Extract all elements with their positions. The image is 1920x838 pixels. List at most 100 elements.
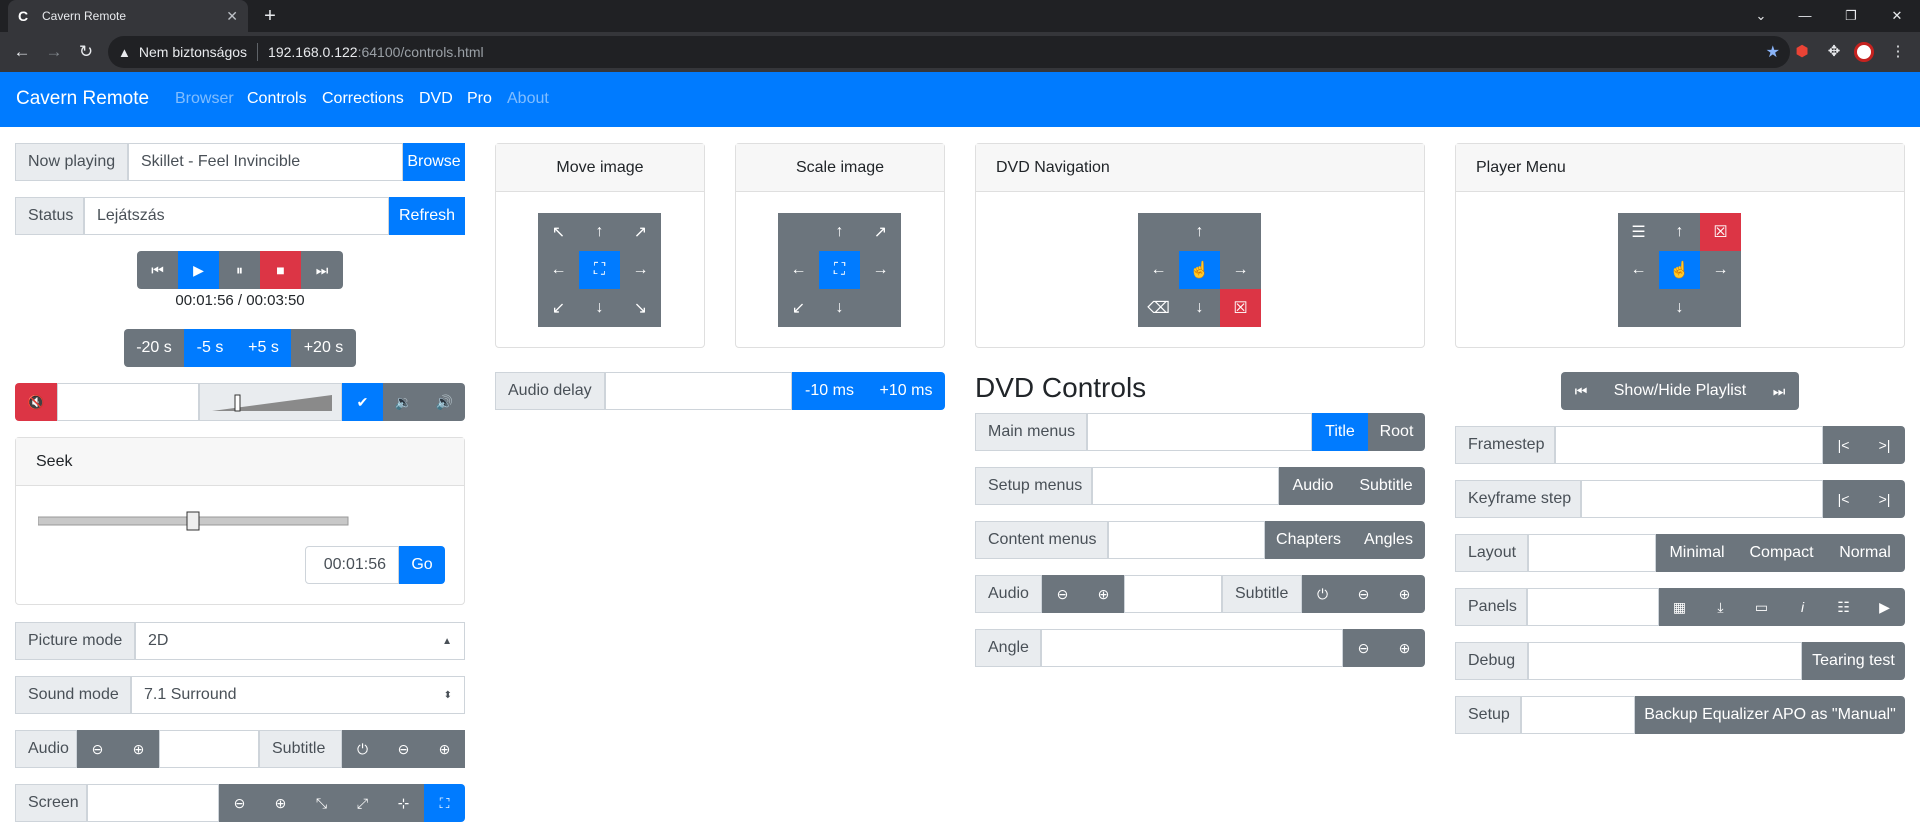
move-up-right-icon[interactable]: ↗ [620, 213, 661, 251]
backup-equalizer-button[interactable]: Backup Equalizer APO as "Manual" [1635, 696, 1905, 734]
scale-up-icon[interactable]: ↑ [819, 213, 860, 251]
reload-icon[interactable]: ↻ [74, 40, 98, 64]
minimize-button[interactable]: — [1782, 0, 1828, 32]
scale-right-icon[interactable]: → [860, 251, 901, 289]
layout-minimal-button[interactable]: Minimal [1656, 534, 1738, 572]
dvd-subtitle-next-icon[interactable]: ⊕ [1384, 575, 1425, 613]
nav-dvd[interactable]: DVD [419, 90, 453, 108]
screen-input[interactable] [87, 784, 219, 822]
extension-shield-icon[interactable]: ⬢ [1790, 40, 1814, 64]
volume-value-input[interactable] [57, 383, 199, 421]
apply-volume-icon[interactable]: ✔ [342, 383, 383, 421]
seek-slider-thumb[interactable] [186, 511, 200, 531]
audio-delay-minus-button[interactable]: -10 ms [792, 372, 867, 410]
refresh-button[interactable]: Refresh [389, 197, 465, 235]
dvd-left-icon[interactable]: ← [1138, 251, 1179, 289]
seek-go-button[interactable]: Go [399, 546, 445, 584]
picture-mode-select[interactable]: 2D ▲ [135, 622, 465, 660]
subtitle-menu-button[interactable]: Subtitle [1347, 467, 1425, 505]
move-left-icon[interactable]: ← [538, 251, 579, 289]
framestep-forward-icon[interactable]: >| [1864, 426, 1905, 464]
angles-menu-button[interactable]: Angles [1352, 521, 1425, 559]
angle-input[interactable] [1041, 629, 1343, 667]
title-menu-button[interactable]: Title [1312, 413, 1368, 451]
dvd-right-icon[interactable]: → [1220, 251, 1261, 289]
now-playing-input[interactable]: Skillet - Feel Invincible [128, 143, 403, 181]
navbar-brand[interactable]: Cavern Remote [16, 88, 149, 110]
layout-input[interactable] [1528, 534, 1656, 572]
back-icon[interactable]: ← [10, 40, 34, 64]
player-menu-select-hand-icon[interactable]: ☝ [1659, 251, 1700, 289]
audio-delay-plus-button[interactable]: +10 ms [867, 372, 945, 410]
volume-slider[interactable] [199, 383, 342, 421]
menu-dots-icon[interactable]: ⋮ [1886, 40, 1910, 64]
playlist-prev-icon[interactable]: ⏮ [1561, 372, 1601, 410]
skip-plus-5-button[interactable]: +5 s [236, 329, 291, 367]
close-tab-icon[interactable]: ✕ [226, 8, 238, 25]
scale-left-icon[interactable]: ← [778, 251, 819, 289]
keyframe-step-input[interactable] [1581, 480, 1823, 518]
panel-download-icon[interactable]: ⤓ [1700, 588, 1741, 626]
compress-icon[interactable]: ⊹ [383, 784, 424, 822]
dvd-select-hand-icon[interactable]: ☝ [1179, 251, 1220, 289]
show-hide-playlist-button[interactable]: Show/Hide Playlist [1601, 372, 1759, 410]
dvd-audio-prev-icon[interactable]: ⊖ [1042, 575, 1083, 613]
move-right-icon[interactable]: → [620, 251, 661, 289]
dvd-audio-input[interactable] [1124, 575, 1222, 613]
panel-video-icon[interactable]: ▶ [1864, 588, 1905, 626]
subtitle-off-icon[interactable]: ⏻ [342, 730, 383, 768]
forward-icon[interactable]: → [42, 40, 66, 64]
setup-input[interactable] [1521, 696, 1635, 734]
content-menus-input[interactable] [1108, 521, 1265, 559]
setup-menus-input[interactable] [1092, 467, 1279, 505]
main-menus-input[interactable] [1087, 413, 1312, 451]
zoom-out-icon[interactable]: ⊖ [219, 784, 260, 822]
status-input[interactable]: Lejátszás [84, 197, 389, 235]
seek-time-input[interactable]: 00:01:56 [305, 546, 399, 584]
dvd-backspace-icon[interactable]: ⌫ [1138, 289, 1179, 327]
move-down-left-icon[interactable]: ↙ [538, 289, 579, 327]
panel-toggle-icon[interactable]: ▭ [1741, 588, 1782, 626]
expand-icon[interactable]: ⤢ [342, 784, 383, 822]
audio-prev-icon[interactable]: ⊖ [77, 730, 118, 768]
player-menu-up-icon[interactable]: ↑ [1659, 213, 1700, 251]
move-down-right-icon[interactable]: ↘ [620, 289, 661, 327]
bookmark-star-icon[interactable]: ★ [1766, 42, 1780, 62]
dvd-audio-next-icon[interactable]: ⊕ [1083, 575, 1124, 613]
nav-corrections[interactable]: Corrections [322, 90, 404, 108]
dvd-down-icon[interactable]: ↓ [1179, 289, 1220, 327]
volume-slider-thumb[interactable] [234, 394, 241, 412]
skip-plus-20-button[interactable]: +20 s [291, 329, 356, 367]
skip-minus-20-button[interactable]: -20 s [124, 329, 184, 367]
root-menu-button[interactable]: Root [1368, 413, 1425, 451]
chapters-menu-button[interactable]: Chapters [1265, 521, 1352, 559]
framestep-input[interactable] [1555, 426, 1823, 464]
volume-down-icon[interactable]: 🔉 [383, 383, 424, 421]
next-icon[interactable]: ⏭ [301, 251, 343, 289]
player-menu-right-icon[interactable]: → [1700, 251, 1741, 289]
dvd-up-icon[interactable]: ↑ [1179, 213, 1220, 251]
scale-down-icon[interactable]: ↓ [819, 289, 860, 327]
angle-prev-icon[interactable]: ⊖ [1343, 629, 1384, 667]
pause-icon[interactable]: ⏸ [219, 251, 260, 289]
profile-avatar[interactable] [1852, 40, 1876, 64]
dvd-subtitle-prev-icon[interactable]: ⊖ [1343, 575, 1384, 613]
subtitle-next-icon[interactable]: ⊕ [424, 730, 465, 768]
scale-down-left-icon[interactable]: ↙ [778, 289, 819, 327]
address-bar[interactable]: ▲ Nem biztonságos 192.168.0.122:64100/co… [108, 36, 1790, 68]
keyframe-back-icon[interactable]: |< [1823, 480, 1864, 518]
move-up-icon[interactable]: ↑ [579, 213, 620, 251]
restore-button[interactable]: ❐ [1828, 0, 1874, 32]
nav-controls[interactable]: Controls [247, 90, 307, 108]
nav-pro[interactable]: Pro [467, 90, 492, 108]
move-reset-icon[interactable]: ⛶ [579, 251, 620, 289]
scale-reset-icon[interactable]: ⛶ [819, 251, 860, 289]
mute-icon[interactable]: 🔇 [15, 383, 57, 421]
audio-menu-button[interactable]: Audio [1279, 467, 1347, 505]
audio-track-input[interactable] [159, 730, 259, 768]
zoom-in-icon[interactable]: ⊕ [260, 784, 301, 822]
play-icon[interactable]: ▶ [178, 251, 219, 289]
panel-info-icon[interactable]: i [1782, 588, 1823, 626]
dvd-subtitle-off-icon[interactable]: ⏻ [1302, 575, 1343, 613]
close-window-button[interactable]: ✕ [1874, 0, 1920, 32]
